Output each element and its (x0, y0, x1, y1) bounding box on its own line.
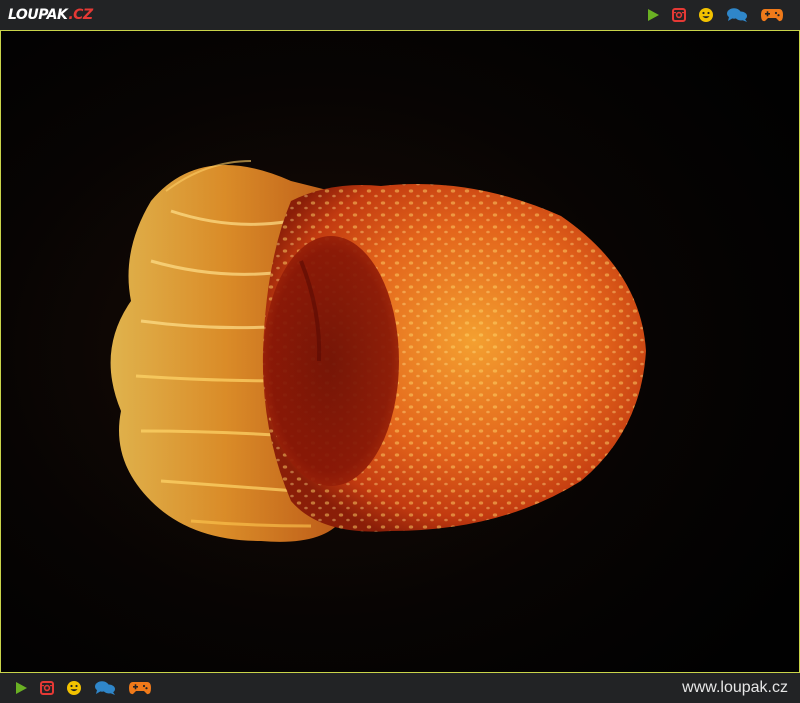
bottom-icon-group (8, 677, 158, 699)
site-url[interactable]: www.loupak.cz (682, 679, 788, 697)
logo-suffix-text: .CZ (68, 7, 93, 23)
play-icon[interactable] (14, 677, 28, 699)
gamepad-icon[interactable] (760, 4, 784, 26)
gamepad-icon[interactable] (128, 677, 152, 699)
logo-main-text: LOUPAK (8, 7, 68, 23)
bottom-bar: www.loupak.cz (0, 673, 800, 703)
top-bar: LOUPAK .CZ (0, 0, 800, 30)
photo-frame (0, 30, 800, 673)
instagram-icon[interactable] (672, 4, 686, 26)
smiley-icon[interactable] (66, 677, 82, 699)
chat-icon[interactable] (94, 677, 116, 699)
organism-photo (1, 31, 799, 672)
smiley-icon[interactable] (698, 4, 714, 26)
organism-dark-core (263, 236, 399, 486)
site-logo[interactable]: LOUPAK .CZ (8, 5, 93, 25)
chat-icon[interactable] (726, 4, 748, 26)
top-icon-group (640, 4, 790, 26)
play-icon[interactable] (646, 4, 660, 26)
instagram-icon[interactable] (40, 677, 54, 699)
